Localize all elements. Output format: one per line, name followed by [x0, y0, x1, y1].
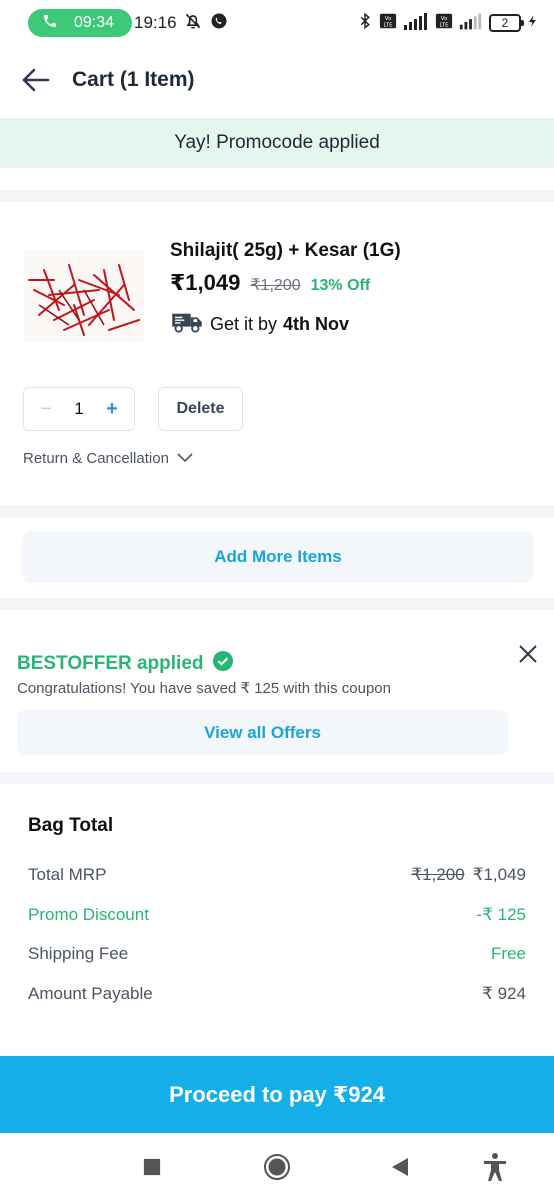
discount-label: 13% Off — [310, 277, 371, 294]
app-header: Cart (1 Item) — [0, 52, 554, 108]
call-duration: 09:34 — [74, 14, 115, 31]
amount-payable-value: ₹ 924 — [482, 984, 526, 1003]
product-name[interactable]: Shilajit( 25g) + Kesar (1G) — [170, 240, 401, 262]
back-triangle-icon[interactable] — [386, 1153, 414, 1181]
product-mrp: ₹1,200 — [250, 277, 301, 294]
status-bar: 09:34 19:16 Vo LTE Vo LTE 2 — [0, 0, 554, 46]
recents-square-icon[interactable] — [138, 1153, 166, 1181]
promo-discount-value: -₹ 125 — [476, 905, 526, 924]
qty-decrease-button[interactable]: − — [36, 398, 56, 421]
bag-total-title: Bag Total — [28, 815, 114, 836]
return-cancellation-label: Return & Cancellation — [23, 450, 169, 467]
product-image[interactable] — [24, 250, 144, 342]
coupon-title-text: BESTOFFER applied — [17, 653, 204, 674]
view-all-offers-button[interactable]: View all Offers — [17, 710, 508, 755]
coupon-savings-text: Congratulations! You have saved ₹ 125 wi… — [17, 680, 391, 697]
promo-applied-banner: Yay! Promocode applied — [0, 118, 554, 168]
shipping-fee-label: Shipping Fee — [28, 944, 129, 963]
system-nav-bar — [0, 1133, 554, 1200]
whatsapp-icon — [209, 11, 229, 36]
charging-icon — [526, 11, 540, 36]
price-row: ₹1,049 ₹1,200 13% Off — [170, 270, 370, 296]
volte-icon: Vo LTE — [435, 11, 453, 36]
promo-discount-row: Promo Discount -₹ 125 — [28, 905, 526, 925]
total-mrp-amount: ₹1,049 — [472, 865, 526, 884]
delivery-info: Get it by 4th Nov — [170, 310, 349, 339]
qty-increase-button[interactable]: + — [102, 398, 122, 421]
svg-text:Vo: Vo — [441, 16, 448, 22]
section-divider — [0, 190, 554, 202]
add-more-items-button[interactable]: Add More Items — [22, 531, 534, 583]
svg-text:LTE: LTE — [384, 22, 394, 28]
total-mrp-value: ₹1,200 ₹1,049 — [411, 865, 526, 885]
return-cancellation-toggle[interactable]: Return & Cancellation — [23, 450, 193, 467]
product-price: ₹1,049 — [170, 270, 241, 295]
quantity-value: 1 — [74, 399, 84, 418]
delivery-prefix: Get it by — [210, 314, 278, 334]
total-mrp-strike: ₹1,200 — [411, 865, 465, 884]
accessibility-icon[interactable] — [481, 1153, 509, 1181]
battery-icon: 2 — [489, 14, 524, 32]
home-circle-icon[interactable] — [263, 1153, 291, 1181]
status-clock: 19:16 — [134, 13, 177, 32]
quantity-stepper: − 1 + — [23, 387, 135, 431]
mute-icon — [183, 11, 203, 36]
svg-text:LTE: LTE — [440, 22, 450, 28]
ongoing-call-pill[interactable]: 09:34 — [28, 9, 132, 37]
signal-icon — [402, 11, 430, 36]
amount-payable-label: Amount Payable — [28, 984, 153, 1003]
chevron-down-icon — [177, 450, 193, 467]
check-circle-icon — [212, 650, 234, 678]
promo-discount-label: Promo Discount — [28, 905, 149, 924]
amount-payable-row: Amount Payable ₹ 924 — [28, 984, 526, 1004]
section-divider — [0, 598, 554, 610]
volte-icon: Vo LTE — [379, 11, 397, 36]
coupon-applied-title: BESTOFFER applied — [17, 650, 234, 678]
section-divider — [0, 505, 554, 517]
total-mrp-label: Total MRP — [28, 865, 107, 884]
back-arrow-icon[interactable] — [20, 64, 52, 96]
total-mrp-row: Total MRP ₹1,200 ₹1,049 — [28, 865, 526, 885]
delete-button[interactable]: Delete — [158, 387, 243, 431]
bluetooth-icon — [356, 11, 374, 36]
page-title: Cart (1 Item) — [72, 68, 195, 91]
signal-icon — [458, 11, 484, 36]
shipping-fee-row: Shipping Fee Free — [28, 944, 526, 964]
section-divider — [0, 772, 554, 784]
delivery-truck-icon — [170, 310, 204, 339]
delivery-date: 4th Nov — [283, 314, 350, 334]
close-icon[interactable] — [514, 640, 542, 668]
shipping-fee-value: Free — [491, 944, 526, 963]
proceed-to-pay-button[interactable]: Proceed to pay ₹924 — [0, 1056, 554, 1133]
svg-text:Vo: Vo — [385, 16, 392, 22]
phone-icon — [42, 13, 58, 34]
